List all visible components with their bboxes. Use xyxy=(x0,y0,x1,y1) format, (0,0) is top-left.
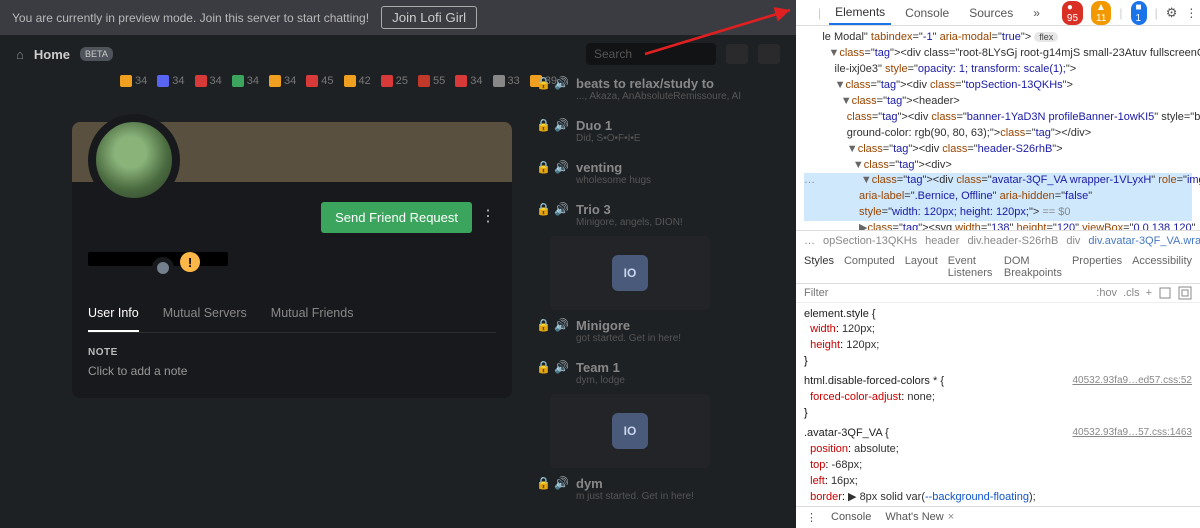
breadcrumb-item[interactable]: div.header-S26rhB xyxy=(967,235,1058,247)
styles-filter-bar: :hov .cls + xyxy=(796,284,1200,303)
styles-subtab[interactable]: Layout xyxy=(905,255,938,279)
channel-item[interactable]: 🔒🔊Team 1dym, lodge xyxy=(530,352,790,394)
devtools-toolbar: | Elements Console Sources » ● 95 ▲ 11 |… xyxy=(796,0,1200,26)
user-profile-modal: ! Send Friend Request ⋮ User Info Mutual… xyxy=(72,122,512,398)
hov-toggle[interactable]: :hov xyxy=(1096,287,1117,299)
note-label: NOTE xyxy=(88,347,496,358)
lock-icon: 🔒 xyxy=(536,160,546,174)
breadcrumb[interactable]: … opSection-13QKHs header div.header-S26rhB… xyxy=(796,230,1200,251)
cls-toggle[interactable]: .cls xyxy=(1123,287,1140,299)
drawer-menu-icon[interactable]: ⋮ xyxy=(806,511,817,524)
status-offline-icon xyxy=(152,257,174,279)
stat-item: 25 xyxy=(381,75,408,87)
speaker-icon: 🔊 xyxy=(554,360,568,374)
box-model-icon[interactable] xyxy=(1178,286,1192,300)
channel-list: 🔒🔊beats to relax/study to..., Akaza, AnA… xyxy=(530,68,790,510)
search-input[interactable]: Search xyxy=(586,43,716,65)
warning-count-badge[interactable]: ▲ 11 xyxy=(1091,1,1111,25)
profile-tabs: User Info Mutual Servers Mutual Friends xyxy=(88,296,496,333)
stat-item: 45 xyxy=(306,75,333,87)
styles-subtab[interactable]: Event Listeners xyxy=(948,255,994,279)
lock-icon: 🔒 xyxy=(536,360,546,374)
channel-item[interactable]: 🔒🔊ventingwholesome hugs xyxy=(530,152,790,194)
breadcrumb-item[interactable]: div.avatar-3QF_VA.wrapper-1VLyxH xyxy=(1088,235,1200,247)
gear-icon[interactable]: ⚙ xyxy=(1166,5,1178,21)
device-styles-icon[interactable] xyxy=(1158,286,1172,300)
channel-item[interactable]: 🔒🔊dymm just started. Get in here! xyxy=(530,468,790,510)
beta-badge: BETA xyxy=(80,47,113,61)
lock-icon: 🔒 xyxy=(536,76,546,90)
more-options-button[interactable]: ⋮ xyxy=(480,206,496,226)
elements-tree[interactable]: le Modal" tabindex="-1" aria-modal="true… xyxy=(796,26,1200,230)
preview-banner: You are currently in preview mode. Join … xyxy=(0,0,796,35)
speaker-icon: 🔊 xyxy=(554,476,568,490)
speaker-icon: 🔊 xyxy=(554,160,568,174)
styles-filter-input[interactable] xyxy=(804,287,1090,299)
breadcrumb-item[interactable]: div xyxy=(1066,235,1080,247)
styles-subtab[interactable]: Styles xyxy=(804,255,834,279)
tab-mutual-servers[interactable]: Mutual Servers xyxy=(163,296,247,332)
devtools-tab-sources[interactable]: Sources xyxy=(963,2,1019,24)
styles-rules[interactable]: element.style { width: 120px; height: 12… xyxy=(796,303,1200,507)
stat-item: 34 xyxy=(455,75,482,87)
styles-subtab[interactable]: DOM Breakpoints xyxy=(1004,255,1062,279)
info-count-badge[interactable]: ■ 1 xyxy=(1131,1,1147,25)
drawer-tab-console[interactable]: Console xyxy=(831,511,871,524)
tab-mutual-friends[interactable]: Mutual Friends xyxy=(271,296,354,332)
inbox-icon[interactable] xyxy=(726,44,748,64)
tab-user-info[interactable]: User Info xyxy=(88,296,139,332)
add-rule-icon[interactable]: + xyxy=(1146,287,1152,299)
breadcrumb-item[interactable]: opSection-13QKHs xyxy=(823,235,917,247)
channel-item[interactable]: 🔒🔊Minigoregot started. Get in here! xyxy=(530,310,790,352)
drawer-tab-whatsnew[interactable]: What's New× xyxy=(885,511,954,524)
channel-item[interactable]: 🔒🔊beats to relax/study to..., Akaza, AnA… xyxy=(530,68,790,110)
devtools-tab-elements[interactable]: Elements xyxy=(829,1,891,25)
kebab-icon[interactable]: ⋮ xyxy=(1185,6,1197,20)
join-server-button[interactable]: Join Lofi Girl xyxy=(381,6,477,29)
stat-item: 34 xyxy=(232,75,259,87)
devtools-tabs-more[interactable]: » xyxy=(1027,2,1046,24)
channel-item[interactable]: 🔒🔊Duo 1Did, S•O•F•I•E xyxy=(530,110,790,152)
lock-icon: 🔒 xyxy=(536,118,546,132)
warning-badge-icon: ! xyxy=(180,252,200,272)
breadcrumb-item[interactable]: … xyxy=(804,235,815,247)
devtools-panel: | Elements Console Sources » ● 95 ▲ 11 |… xyxy=(796,0,1200,528)
voice-card[interactable]: IO xyxy=(550,394,710,468)
voice-card[interactable]: IO xyxy=(550,236,710,310)
note-input[interactable]: Click to add a note xyxy=(88,364,496,378)
speaker-icon: 🔊 xyxy=(554,118,568,132)
stat-item: 34 xyxy=(195,75,222,87)
speaker-icon: 🔊 xyxy=(554,318,568,332)
help-icon[interactable] xyxy=(758,44,780,64)
speaker-icon: 🔊 xyxy=(554,202,568,216)
avatar[interactable] xyxy=(88,114,180,206)
stat-item: 42 xyxy=(344,75,371,87)
breadcrumb-item[interactable]: header xyxy=(925,235,959,247)
home-icon: ⌂ xyxy=(16,47,24,62)
lock-icon: 🔒 xyxy=(536,202,546,216)
lock-icon: 🔒 xyxy=(536,318,546,332)
close-icon[interactable]: × xyxy=(948,511,954,523)
channel-item[interactable]: 🔒🔊Trio 3Minigore, angels, DION! xyxy=(530,194,790,236)
lock-icon: 🔒 xyxy=(536,476,546,490)
styles-subtabs: Styles Computed Layout Event Listeners DOM B… xyxy=(796,251,1200,284)
stat-item: 34 xyxy=(157,75,184,87)
preview-text: You are currently in preview mode. Join … xyxy=(12,11,369,25)
error-count-badge[interactable]: ● 95 xyxy=(1062,1,1083,25)
stat-item: 34 xyxy=(120,75,147,87)
home-label[interactable]: Home xyxy=(34,47,70,62)
styles-subtab[interactable]: Accessibility xyxy=(1132,255,1192,279)
styles-subtab[interactable]: Computed xyxy=(844,255,895,279)
stat-item: 33 xyxy=(493,75,520,87)
devtools-drawer-tabs: ⋮ Console What's New× xyxy=(796,506,1200,528)
speaker-icon: 🔊 xyxy=(554,76,568,90)
send-friend-request-button[interactable]: Send Friend Request xyxy=(321,202,472,233)
stat-item: 34 xyxy=(269,75,296,87)
devtools-tab-console[interactable]: Console xyxy=(899,2,955,24)
styles-subtab[interactable]: Properties xyxy=(1072,255,1122,279)
stat-item: 55 xyxy=(418,75,445,87)
